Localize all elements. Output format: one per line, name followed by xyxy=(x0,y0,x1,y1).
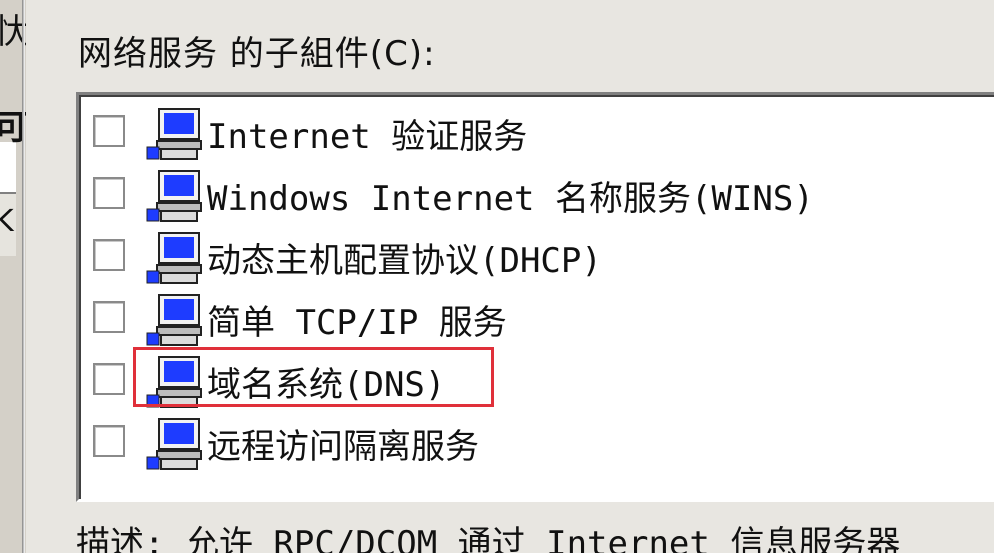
subcomponents-label: 网络服务 的子組件(C): xyxy=(78,34,436,74)
checkbox[interactable] xyxy=(93,425,125,457)
background-field-edge xyxy=(0,142,16,194)
list-item-ias[interactable]: Internet 验证服务 xyxy=(79,101,994,163)
computer-icon xyxy=(146,170,202,222)
list-item-quarantine[interactable]: 远程访问隔离服务 xyxy=(79,411,994,473)
list-item-label: Internet 验证服务 xyxy=(207,117,528,157)
checkbox[interactable] xyxy=(93,363,125,395)
description-text: 描述: 允许 RPC/DCOM 通过 Internet 信息服务器 xyxy=(76,524,901,553)
checkbox[interactable] xyxy=(93,239,125,271)
computer-icon xyxy=(146,108,202,160)
dialog-divider xyxy=(22,0,25,553)
checkbox[interactable] xyxy=(93,301,125,333)
dns-highlight-annotation xyxy=(133,347,494,407)
computer-icon xyxy=(146,418,202,470)
list-item-label: 简单 TCP/IP 服务 xyxy=(207,303,507,343)
list-item-label: 动态主机配置协议(DHCP) xyxy=(207,241,602,281)
list-item-simple-tcpip[interactable]: 简单 TCP/IP 服务 xyxy=(79,287,994,349)
list-item-wins[interactable]: Windows Internet 名称服务(WINS) xyxy=(79,163,994,225)
checkbox[interactable] xyxy=(93,115,125,147)
dialog-screen: 忕 可 K 网络服务 的子組件(C): Internet 验证服务 Window… xyxy=(0,0,994,553)
list-item-label: 远程访问隔离服务 xyxy=(207,427,479,467)
list-item-label: Windows Internet 名称服务(WINS) xyxy=(207,179,814,219)
subcomponents-list[interactable]: Internet 验证服务 Windows Internet 名称服务(WINS… xyxy=(76,92,994,502)
computer-icon xyxy=(146,232,202,284)
computer-icon xyxy=(146,294,202,346)
list-item-dhcp[interactable]: 动态主机配置协议(DHCP) xyxy=(79,225,994,287)
background-dialog-edge: 忕 可 K xyxy=(0,0,28,553)
background-text-fragment: K xyxy=(0,204,14,239)
checkbox[interactable] xyxy=(93,177,125,209)
